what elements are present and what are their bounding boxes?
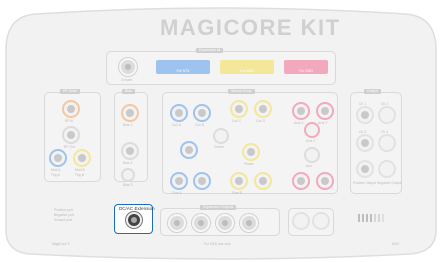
footer-left: MagiCore © <box>52 242 71 246</box>
bottom-right-port-1[interactable] <box>292 212 310 230</box>
left-port-rf-out[interactable] <box>62 126 80 144</box>
legend-line-2: Negative port <box>54 213 75 217</box>
right-port-5[interactable] <box>356 160 374 178</box>
center-port-axis-y[interactable] <box>316 102 334 120</box>
ground-port[interactable] <box>119 58 137 76</box>
right-label-ch3: Ch 3 <box>359 130 367 134</box>
left-port-label-mod-a: Mod A <box>51 168 61 172</box>
right-port-2[interactable] <box>378 106 396 124</box>
right-port-6[interactable] <box>378 160 396 178</box>
top-panel-title: Expansion kit <box>196 48 224 53</box>
center-port-coil-a[interactable] <box>170 104 188 122</box>
right-port-3[interactable] <box>356 134 374 152</box>
swatch-gnd: For GND <box>284 60 328 74</box>
right-label-ch4: Ch 4 <box>381 130 389 134</box>
swatch-mag: For MAG <box>220 60 274 74</box>
left-port-label-rf-out: RF Out <box>64 145 75 149</box>
center-port-fine-4[interactable] <box>254 172 272 190</box>
right-port-1[interactable] <box>356 106 374 124</box>
mid-port-2[interactable] <box>121 142 139 160</box>
center-port-coil-b[interactable] <box>193 104 211 122</box>
right-panel-title: Output <box>364 89 381 94</box>
footer-right: MCK <box>392 242 400 246</box>
right-label-positive-output: Positive Output <box>353 181 377 185</box>
center-panel-title: Sensor Array <box>228 89 255 94</box>
center-port-phase-yellow[interactable] <box>242 143 260 161</box>
dc-ac-extension-label: DC/AC Extension <box>119 206 155 211</box>
bottom-panel-title: Expansion Outputs <box>200 205 237 210</box>
right-label-ch2: Ch 2 <box>381 102 389 106</box>
center-label-center: Center <box>214 145 225 149</box>
mid-port-label-3: Bias 3 <box>123 183 133 187</box>
center-label-axis-x: Axis X <box>294 121 304 125</box>
center-port-axis-x[interactable] <box>292 102 310 120</box>
center-port-coil-c[interactable] <box>230 100 248 118</box>
mid-port-label-2: Bias 2 <box>123 161 133 165</box>
center-port-center[interactable] <box>213 128 229 144</box>
device-panel-stage: MAGICORE KIT Expansion kit Ground For NT… <box>0 0 441 262</box>
center-port-fine-5[interactable] <box>292 172 310 190</box>
center-label-axis-y: Axis Y <box>318 121 328 125</box>
legend-line-3: Ground port <box>54 218 73 222</box>
left-port-mod-b[interactable] <box>73 149 91 167</box>
mid-panel-title: Bias <box>122 89 135 94</box>
center-port-phase-blue[interactable] <box>180 141 198 159</box>
center-label-fine-b: Fine B <box>232 191 242 195</box>
left-port-rf-in[interactable] <box>62 100 80 118</box>
dc-ac-extension-port-core <box>131 217 137 223</box>
center-port-fine-2[interactable] <box>193 172 211 190</box>
footer-center: For R&D use only <box>204 242 231 246</box>
bottom-port-1[interactable] <box>168 214 186 232</box>
mid-port-1[interactable] <box>121 104 139 122</box>
left-panel-title: RF Drive <box>60 89 81 94</box>
center-port-fine-6[interactable] <box>316 172 334 190</box>
right-port-4[interactable] <box>378 134 396 152</box>
bottom-port-4[interactable] <box>240 214 258 232</box>
center-label-fine-a: Fine A <box>172 191 182 195</box>
center-label-aux: Aux <box>306 164 312 168</box>
bottom-port-3[interactable] <box>216 214 234 232</box>
swatch-mag-label: For MAG <box>240 69 254 73</box>
right-label-ch1: Ch 1 <box>359 102 367 106</box>
center-port-fine-1[interactable] <box>170 172 188 190</box>
center-port-fine-3[interactable] <box>230 172 248 190</box>
center-label-phase: Phase <box>244 162 254 166</box>
center-label-coil-b: Coil B <box>195 123 205 127</box>
left-port-label-mod-b: Mod B <box>75 168 85 172</box>
center-label-coil-c: Coil C <box>232 119 242 123</box>
swatch-gnd-label: For GND <box>299 69 313 73</box>
ground-label: Ground <box>121 78 133 82</box>
level-indicator <box>358 214 384 222</box>
center-label-axis-z: Axis Z <box>306 139 316 143</box>
mid-port-label-1: Bias 1 <box>123 123 133 127</box>
right-label-negative-output: Negative Output <box>377 181 402 185</box>
swatch-nts: For NTS <box>156 60 210 74</box>
bottom-right-port-2[interactable] <box>312 212 330 230</box>
center-port-aux[interactable] <box>304 147 320 163</box>
center-label-coil-a: Coil A <box>172 123 181 127</box>
swatch-nts-label: For NTS <box>176 69 190 73</box>
legend-line-1: Positive port <box>54 208 73 212</box>
center-port-coil-d[interactable] <box>254 100 272 118</box>
left-port-label-trig-a: Trig A <box>51 173 60 177</box>
dc-ac-extension-port[interactable] <box>126 212 142 228</box>
left-port-label-rf-in: RF In <box>65 119 74 123</box>
kit-title: MAGICORE KIT <box>160 15 341 40</box>
left-port-label-trig-b: Trig B <box>75 173 84 177</box>
bottom-port-2[interactable] <box>192 214 210 232</box>
center-label-coil-d: Coil D <box>256 119 266 123</box>
mid-port-3[interactable] <box>121 168 135 182</box>
left-port-mod-a[interactable] <box>49 149 67 167</box>
